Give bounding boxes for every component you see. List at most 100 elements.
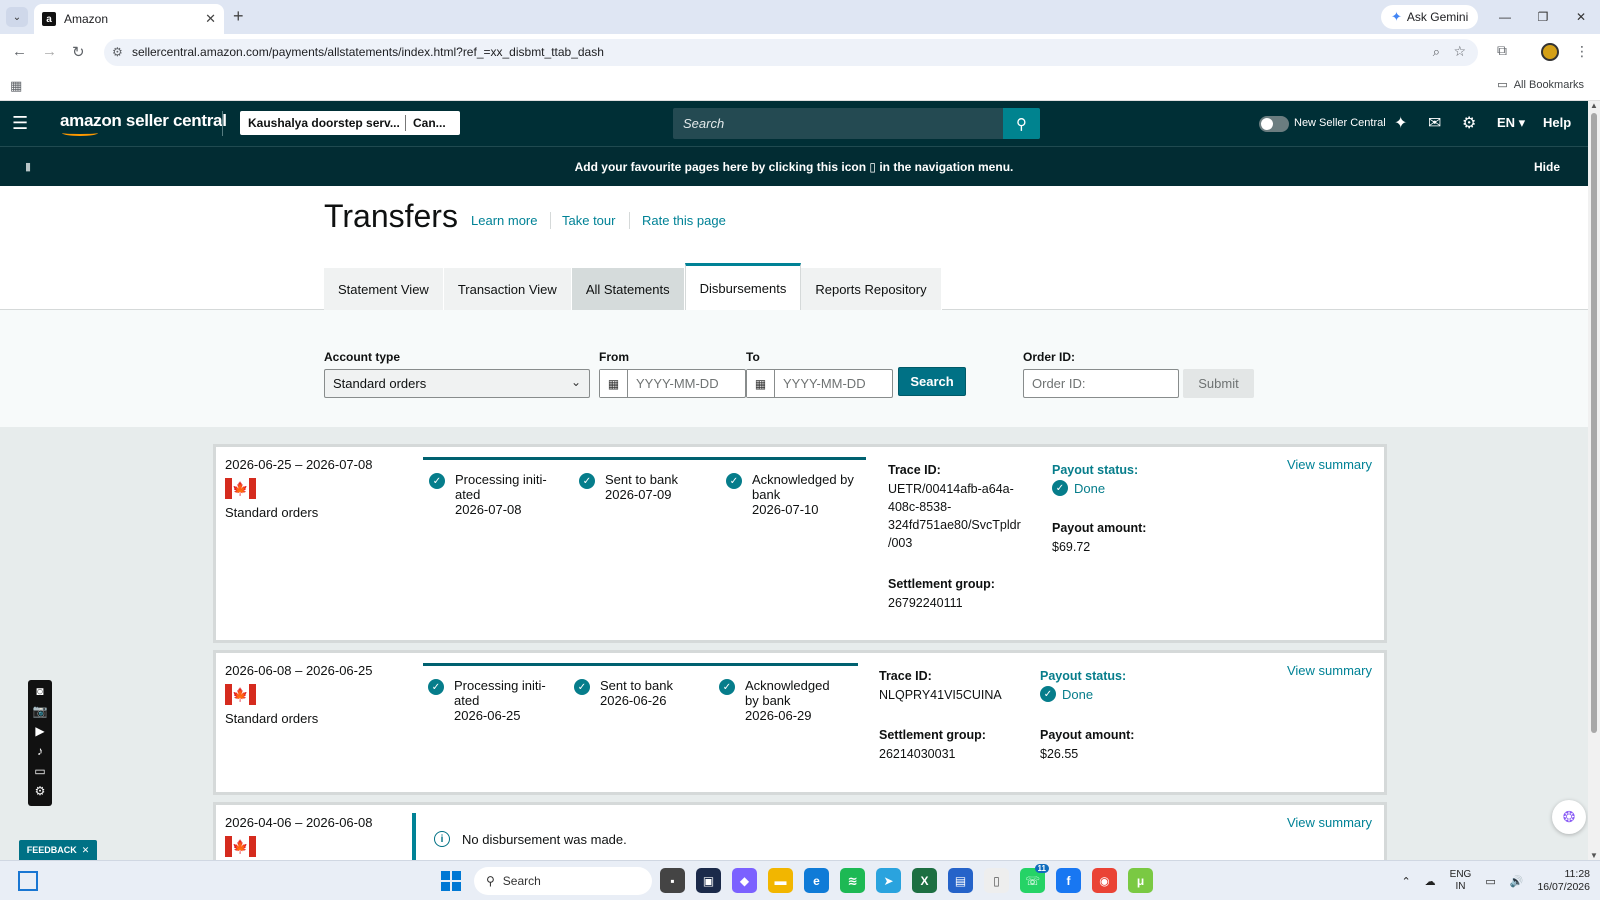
to-date-input[interactable]: ▦ YYYY-MM-DD <box>746 369 893 398</box>
bookmark-star-icon[interactable]: ☆ <box>1453 43 1466 60</box>
settings-icon[interactable]: ⚙ <box>35 784 46 798</box>
microphone-icon[interactable]: ♪ <box>37 744 43 758</box>
clock[interactable]: 11:28 16/07/2026 <box>1537 868 1590 894</box>
help-link[interactable]: Help <box>1543 115 1571 130</box>
restore-icon[interactable]: ❐ <box>1524 0 1562 34</box>
forward-icon[interactable]: → <box>42 43 57 60</box>
settlement-group-value: 26214030031 <box>879 747 956 761</box>
account-type-label: Account type <box>324 350 401 364</box>
widgets-icon[interactable] <box>18 871 38 891</box>
view-summary-link[interactable]: View summary <box>1287 815 1372 830</box>
tab-all-statements[interactable]: All Statements <box>571 268 685 310</box>
cloud-icon[interactable]: ☁ <box>1425 875 1436 888</box>
language-selector[interactable]: EN ▾ <box>1497 115 1525 131</box>
step-title-cont: ated <box>454 693 480 708</box>
copilot-icon[interactable]: ◆ <box>732 868 757 893</box>
apps-grid-icon[interactable]: ▦ <box>10 78 22 94</box>
step-date: 2026-06-29 <box>745 708 812 723</box>
camera-icon[interactable]: 📷 <box>33 704 48 718</box>
ask-gemini-button[interactable]: ✦ Ask Gemini <box>1381 5 1479 29</box>
input-language[interactable]: ENG IN <box>1450 869 1472 893</box>
close-tab-icon[interactable]: ✕ <box>205 11 216 27</box>
hide-banner-button[interactable]: Hide <box>1534 160 1560 174</box>
window-icon[interactable]: ▭ <box>34 764 45 778</box>
reload-icon[interactable]: ↻ <box>72 43 85 61</box>
new-seller-central-toggle[interactable] <box>1259 116 1289 132</box>
minimize-icon[interactable]: — <box>1486 0 1524 34</box>
capture-toolbar: ◙ 📷 ▶ ♪ ▭ ⚙ <box>28 680 52 806</box>
calendar-icon[interactable]: ▦ <box>600 370 628 397</box>
address-bar[interactable]: ⚙ sellercentral.amazon.com/payments/alls… <box>104 39 1478 66</box>
back-icon[interactable]: ← <box>12 43 27 60</box>
scroll-thumb[interactable] <box>1591 113 1597 733</box>
order-id-input[interactable]: Order ID: <box>1023 369 1179 398</box>
tab-disbursements[interactable]: Disbursements <box>684 263 802 310</box>
site-info-icon[interactable]: ⚙ <box>112 45 123 59</box>
sparkle-icon[interactable]: ✦ <box>1394 113 1407 133</box>
taskbar-search[interactable]: ⚲ Search <box>474 867 652 895</box>
search-icon[interactable]: ⚲ <box>1003 108 1040 139</box>
gear-icon[interactable]: ⚙ <box>1462 113 1476 133</box>
view-summary-link[interactable]: View summary <box>1287 457 1372 472</box>
tab-statement-view[interactable]: Statement View <box>324 268 444 310</box>
favourites-banner: ▮ Add your favourite pages here by click… <box>0 146 1588 186</box>
zoom-icon[interactable]: ⌕ <box>1433 44 1440 60</box>
store-switcher[interactable]: Kaushalya doorstep serv... Can... <box>240 111 460 135</box>
banner-text: Add your favourite pages here by clickin… <box>574 160 867 174</box>
feedback-button[interactable]: FEEDBACK ✕ <box>19 840 97 860</box>
take-tour-link[interactable]: Take tour <box>562 213 615 228</box>
from-date-input[interactable]: ▦ YYYY-MM-DD <box>599 369 746 398</box>
calendar-icon[interactable]: ▦ <box>747 370 775 397</box>
video-icon[interactable]: ▶ <box>35 724 44 738</box>
file-manager-icon[interactable]: ▪ <box>660 868 685 893</box>
from-date-placeholder: YYYY-MM-DD <box>636 376 719 391</box>
submit-button[interactable]: Submit <box>1183 369 1254 398</box>
edge-icon[interactable]: e <box>804 868 829 893</box>
close-window-icon[interactable]: ✕ <box>1562 0 1600 34</box>
volume-icon[interactable]: 🔊 <box>1510 875 1524 888</box>
page-scrollbar[interactable]: ▲ ▼ <box>1588 101 1600 860</box>
hamburger-menu-icon[interactable]: ☰ <box>12 113 28 134</box>
learn-more-link[interactable]: Learn more <box>471 213 537 228</box>
divider <box>550 212 551 229</box>
mail-icon[interactable]: ✉ <box>1428 113 1441 133</box>
toggle-knob <box>1261 118 1273 130</box>
scroll-up-icon[interactable]: ▲ <box>1590 101 1598 110</box>
excel-icon[interactable]: X <box>912 868 937 893</box>
new-tab-icon[interactable]: + <box>233 6 244 27</box>
close-icon[interactable]: ✕ <box>82 845 90 856</box>
store-icon[interactable]: ▤ <box>948 868 973 893</box>
chevron-up-icon[interactable]: ⌃ <box>1401 875 1410 888</box>
assistant-brain-icon[interactable]: ❂ <box>1552 800 1586 834</box>
spotify-icon[interactable]: ≋ <box>840 868 865 893</box>
profile-avatar[interactable] <box>1541 43 1559 61</box>
rate-page-link[interactable]: Rate this page <box>642 213 726 228</box>
torrent-icon[interactable]: μ <box>1128 868 1153 893</box>
amazon-seller-central-logo[interactable]: amazon seller central <box>60 111 227 136</box>
tab-search-button[interactable]: ⌄ <box>6 7 28 27</box>
document-icon[interactable]: ▯ <box>984 868 1009 893</box>
browser-menu-icon[interactable]: ⋮ <box>1575 43 1589 60</box>
screenshot-icon[interactable]: ◙ <box>36 684 43 698</box>
windows-start-icon[interactable] <box>441 871 461 891</box>
whatsapp-icon[interactable]: ☏ 11 <box>1020 864 1049 893</box>
header-search-input[interactable]: Search ⚲ <box>673 108 1040 139</box>
scroll-down-icon[interactable]: ▼ <box>1590 851 1598 860</box>
terminal-icon[interactable]: ▣ <box>696 868 721 893</box>
step-title-cont: ated <box>455 487 481 502</box>
search-button[interactable]: Search <box>898 367 966 396</box>
extensions-icon[interactable]: ⧉ <box>1497 42 1507 59</box>
tab-transaction-view[interactable]: Transaction View <box>443 268 572 310</box>
telegram-icon[interactable]: ➤ <box>876 868 901 893</box>
network-icon[interactable]: ▭ <box>1485 875 1495 888</box>
folder-icon[interactable]: ▬ <box>768 868 793 893</box>
facebook-icon[interactable]: f <box>1056 868 1081 893</box>
trace-id-value: UETR/00414afb-a64a- 408c-8538- 324fd751a… <box>888 480 1021 552</box>
to-label: To <box>746 350 760 364</box>
view-summary-link[interactable]: View summary <box>1287 663 1372 678</box>
browser-tab[interactable]: a Amazon ✕ <box>34 4 224 34</box>
tab-reports-repository[interactable]: Reports Repository <box>801 268 942 310</box>
chrome-icon[interactable]: ◉ <box>1092 868 1117 893</box>
all-bookmarks-button[interactable]: ▭ All Bookmarks <box>1497 78 1584 92</box>
account-type-select[interactable]: Standard orders ⌄ <box>324 369 590 398</box>
